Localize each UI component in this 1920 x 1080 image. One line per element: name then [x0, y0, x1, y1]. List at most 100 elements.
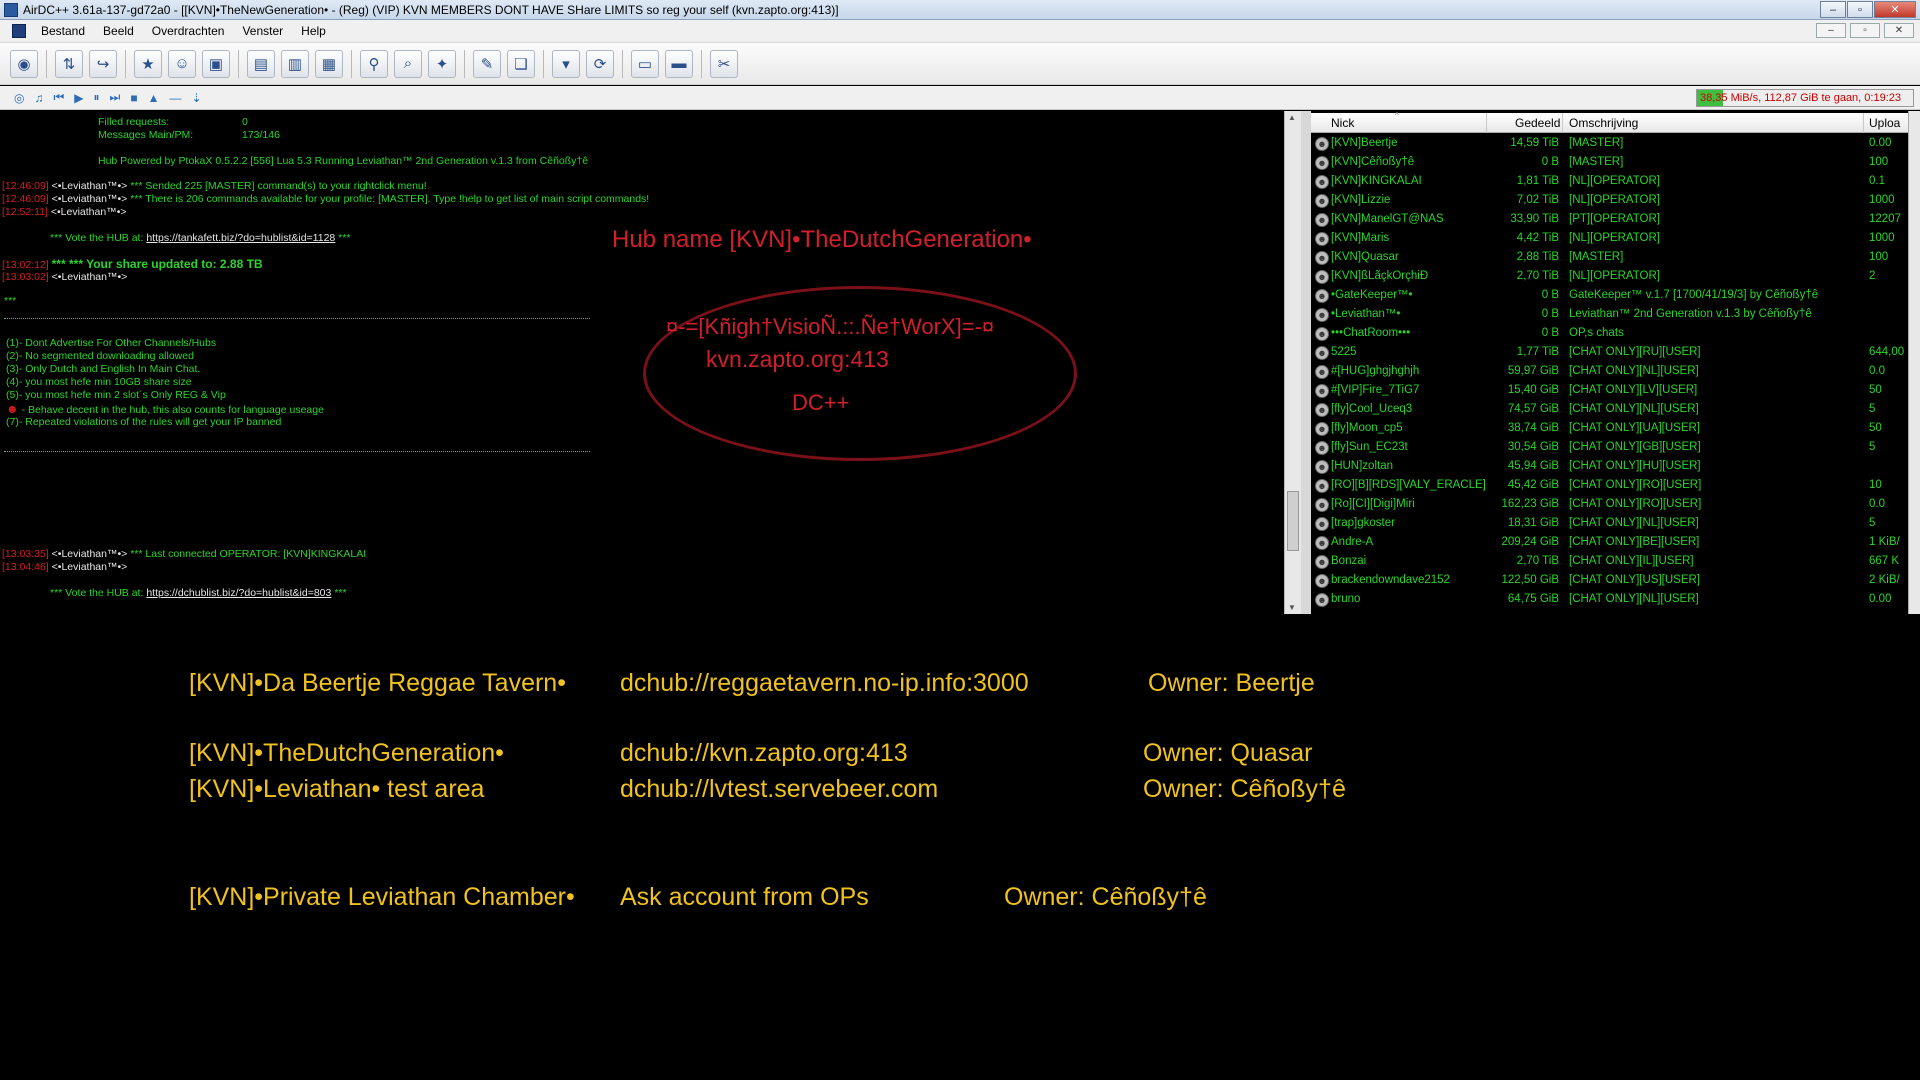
music-icon[interactable]: ♫	[34, 91, 43, 105]
follow-redirect-icon[interactable]: ↪	[89, 49, 117, 78]
user-icon: ☻	[1315, 574, 1329, 588]
user-row[interactable]: ☻ [KVN]Beertje 14,59 TiB [MASTER] 0.00	[1311, 135, 1908, 154]
maximize-button[interactable]: ▫	[1847, 1, 1873, 18]
search-spy-icon[interactable]: ✦	[428, 49, 456, 78]
volume-up-icon[interactable]: ▲	[148, 91, 160, 105]
favorite-users-icon[interactable]: ☺	[168, 49, 196, 78]
user-row[interactable]: ☻ [Ro][CI][Digi]Miri 162,23 GiB [CHAT ONLY]…	[1311, 496, 1908, 515]
chat-nick[interactable]: <•Leviathan™•>	[52, 193, 128, 205]
user-list[interactable]: Nick ^ Gedeeld Omschrijving Uploa ☻ [KVN]…	[1311, 111, 1908, 614]
finished-downloads-icon[interactable]: ▦	[315, 49, 343, 78]
menu-bestand[interactable]: Bestand	[32, 24, 94, 38]
user-row[interactable]: ☻ [HUN]zoltan 45,94 GiB [CHAT ONLY][HU][USE…	[1311, 458, 1908, 477]
close-button[interactable]: ✕	[1874, 1, 1916, 18]
user-row[interactable]: ☻ •Leviathan™• 0 B Leviathan™ 2nd Generatio…	[1311, 306, 1908, 325]
user-row[interactable]: ☻ [RO][B][RDS][VALY_ERACLE] 45,42 GiB [CHAT…	[1311, 477, 1908, 496]
notepad-icon[interactable]: ✎	[473, 49, 501, 78]
chat-nick[interactable]: <•Leviathan™•>	[51, 206, 127, 218]
column-shared[interactable]: Gedeeld	[1515, 116, 1560, 130]
system-log-icon[interactable]: ❏	[507, 49, 535, 78]
favorite-hubs-icon[interactable]: ★	[134, 49, 162, 78]
user-row[interactable]: ☻ •GateKeeper™• 0 B GateKeeper™ v.1.7 [1700…	[1311, 287, 1908, 306]
reconnect-icon[interactable]: ⇅	[55, 49, 83, 78]
hub-chat[interactable]: Filled requests: 0 Messages Main/PM: 173…	[0, 111, 1284, 614]
chat-nick[interactable]: <•Leviathan™•>	[52, 271, 128, 283]
rule-line: (1)- Dont Advertise For Other Channels/H…	[6, 337, 217, 349]
user-icon: ☻	[1315, 441, 1329, 455]
user-row[interactable]: ☻ [KVN]ßĹãçkÕrçhiÐ 2,70 TiB [NL][OPERATOR] 2	[1311, 268, 1908, 287]
user-row[interactable]: ☻ [KVN]Lizzie 7,02 TiB [NL][OPERATOR] 1000	[1311, 192, 1908, 211]
user-nick: [KVN]Lizzie	[1331, 194, 1391, 206]
user-row[interactable]: ☻ [fly]Sun_EC23t 30,54 GiB [CHAT ONLY][GB][…	[1311, 439, 1908, 458]
user-upload: 1 KiB/	[1869, 536, 1900, 548]
user-row[interactable]: ☻ Andre-A 209,24 GiB [CHAT ONLY][BE][USER] 1…	[1311, 534, 1908, 553]
menu-help[interactable]: Help	[292, 24, 335, 38]
user-row[interactable]: ☻ brackendowndave2152 122,50 GiB [CHAT ONLY…	[1311, 572, 1908, 591]
refresh-share-icon[interactable]: ⟳	[586, 49, 614, 78]
menu-beeld[interactable]: Beeld	[94, 24, 143, 38]
chat-line: [13:02:12] *** *** Your share updated to…	[2, 257, 263, 271]
play-icon[interactable]: ▶	[74, 91, 83, 105]
vote-hub-link[interactable]: https://dchublist.biz/?do=hublist&id=803	[146, 587, 331, 599]
mdi-close-button[interactable]: ✕	[1884, 23, 1914, 38]
scroll-up-arrow-icon[interactable]: ▲	[1288, 113, 1296, 122]
user-nick: Bonzai	[1331, 555, 1367, 567]
recent-hubs-icon[interactable]: ▣	[202, 49, 230, 78]
user-shared: 1,81 TiB	[1516, 175, 1559, 187]
menu-overdrachten[interactable]: Overdrachten	[143, 24, 234, 38]
column-separator[interactable]	[1562, 113, 1563, 133]
upload-queue-icon[interactable]: ▥	[281, 49, 309, 78]
user-row[interactable]: ☻ 5225 1,77 TiB [CHAT ONLY][RU][USER] 644,00	[1311, 344, 1908, 363]
column-nick[interactable]: Nick	[1331, 116, 1354, 130]
search-icon[interactable]: ⚲	[360, 49, 388, 78]
download-queue-icon[interactable]: ▤	[247, 49, 275, 78]
column-separator[interactable]	[1486, 113, 1487, 133]
column-description[interactable]: Omschrijving	[1569, 116, 1638, 130]
toolbar-separator	[464, 49, 465, 78]
chat-scrollbar[interactable]: ▲ ▼	[1284, 111, 1301, 614]
menu-venster[interactable]: Venster	[233, 24, 292, 38]
chat-nick[interactable]: <•Leviathan™•>	[52, 561, 128, 573]
hub-window-icon[interactable]	[12, 24, 26, 38]
user-row[interactable]: ☻ [KVN]Cêñoßy†ê 0 B [MASTER] 100	[1311, 154, 1908, 173]
user-row[interactable]: ☻ Bonzai 2,70 TiB [CHAT ONLY][IL][USER] 667 …	[1311, 553, 1908, 572]
user-row[interactable]: ☻ [KVN]Maris 4,42 TiB [NL][OPERATOR] 1000	[1311, 230, 1908, 249]
user-row[interactable]: ☻ #[HUG]ghgjhghjh 59,97 GiB [CHAT ONLY][NL]…	[1311, 363, 1908, 382]
user-row[interactable]: ☻ [trap]gkoster 18,31 GiB [CHAT ONLY][NL][U…	[1311, 515, 1908, 534]
column-separator[interactable]	[1863, 113, 1864, 133]
mdi-minimize-button[interactable]: –	[1816, 23, 1846, 38]
open-own-list-icon[interactable]: ▬	[665, 49, 693, 78]
chat-nick[interactable]: <•Leviathan™•>	[52, 548, 128, 560]
user-row[interactable]: ☻ [KVN]KINGKALAI 1,81 TiB [NL][OPERATOR] 0.1	[1311, 173, 1908, 192]
minimize-button[interactable]: –	[1820, 1, 1846, 18]
next-icon[interactable]: ⏭	[110, 90, 121, 105]
user-row[interactable]: ☻ #[VIP]Fire_7TiG7 15,40 GiB [CHAT ONLY][LV…	[1311, 382, 1908, 401]
volume-down-icon[interactable]: ⇣	[192, 91, 202, 105]
pause-icon[interactable]: ⏸	[94, 90, 100, 105]
user-upload: 5	[1869, 403, 1876, 415]
chat-nick[interactable]: <•Leviathan™•>	[52, 180, 128, 192]
user-row[interactable]: ☻ [KVN]Quasar 2,88 TiB [MASTER] 100	[1311, 249, 1908, 268]
connect-icon[interactable]: ◎	[14, 91, 24, 105]
public-hubs-icon[interactable]: ◉	[10, 49, 38, 78]
open-downloads-icon[interactable]: ▭	[631, 49, 659, 78]
column-upload[interactable]: Uploa	[1869, 116, 1900, 130]
volume-mute-icon[interactable]: —	[170, 91, 182, 105]
chat-scroll-thumb[interactable]	[1287, 491, 1299, 551]
user-row[interactable]: ☻ bruno 64,75 GiB [CHAT ONLY][NL][USER] 0.00	[1311, 591, 1908, 610]
skip-back-icon[interactable]: ⏮	[53, 90, 64, 105]
user-row[interactable]: ☻ [fly]Cool_Uceq3 74,57 GiB [CHAT ONLY][NL]…	[1311, 401, 1908, 420]
vote-hub-link[interactable]: https://tankafett.biz/?do=hublist&id=112…	[146, 232, 335, 244]
user-row[interactable]: ☻ [fly]Moon_cp5 38,74 GiB [CHAT ONLY][UA][U…	[1311, 420, 1908, 439]
user-list-scrollbar[interactable]	[1908, 111, 1920, 614]
stop-icon[interactable]: ■	[130, 91, 137, 105]
settings-icon[interactable]: ✂	[710, 49, 738, 78]
user-row[interactable]: ☻ [KVN]ManelGT@NAS 33,90 TiB [PT][OPERATOR]…	[1311, 211, 1908, 230]
adl-search-icon[interactable]: ⌕	[394, 49, 422, 78]
open-filelist-icon[interactable]: ▾	[552, 49, 580, 78]
pane-splitter[interactable]	[1301, 111, 1311, 614]
user-description: [CHAT ONLY][IL][USER]	[1569, 555, 1694, 567]
user-row[interactable]: ☻ •••ChatRoom••• 0 B OP,s chats	[1311, 325, 1908, 344]
mdi-restore-button[interactable]: ▫	[1850, 23, 1880, 38]
scroll-down-arrow-icon[interactable]: ▼	[1288, 603, 1296, 612]
